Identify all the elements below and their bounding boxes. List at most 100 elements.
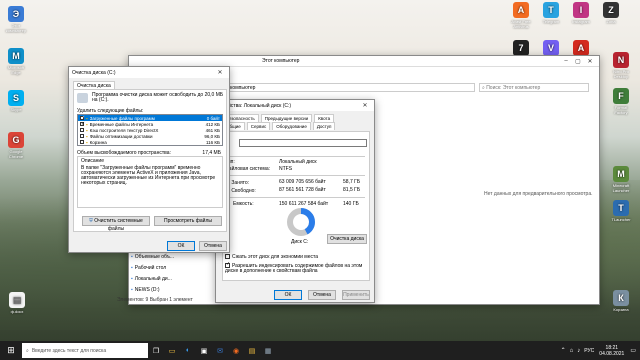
cleanup-dialog[interactable]: Очистка диска (C:) ✕ Очистка диска Прогр… xyxy=(68,66,230,253)
nitro-icon: N xyxy=(613,52,629,68)
file-checkbox[interactable] xyxy=(80,134,84,138)
properties-general-panel: Тип: Локальный диск Файловая система: NT… xyxy=(222,131,370,281)
tray-chevron-icon[interactable]: ⌃ xyxy=(561,347,566,354)
free-bytes: 87 561 561 728 байт xyxy=(279,187,326,193)
capacity-gb: 140 ГБ xyxy=(343,201,359,207)
explorer-nav-pane: ▪ Объемные объ... ▪ Рабочий стол ▪ Локальный … xyxy=(129,251,174,295)
cleanup-taskbar-icon[interactable]: ▦ xyxy=(260,347,276,355)
instagram-icon: I xyxy=(573,2,589,18)
desktop-icon-tlauncher[interactable]: T TLauncher xyxy=(606,200,636,222)
cleanup-file-list[interactable]: ▪Загруженные файлы программ0 байт▪Времен… xyxy=(77,114,223,146)
desktop-icon-computer[interactable]: Э Этот компьютер xyxy=(1,6,31,33)
description-text: В папке "Загруженные файлы программ" вре… xyxy=(81,165,216,186)
file-checkbox[interactable] xyxy=(80,115,85,121)
properties-titlebar[interactable]: Свойства: Локальный диск (C:) ✕ xyxy=(216,100,374,111)
desktop-icon-telegram[interactable]: T Telegram xyxy=(536,2,566,24)
desktop-icon-avast[interactable]: A Avast Free Antivirus xyxy=(506,2,536,29)
notifications-icon[interactable]: ▭ xyxy=(630,347,636,354)
desktop-icon-formatfactory[interactable]: F Format Factory xyxy=(606,88,636,115)
properties-tabs-top: Безопасность Предыдущие версии Квота xyxy=(222,114,336,122)
acrobat-icon: A xyxy=(573,40,589,56)
start-windows-icon[interactable]: ⊞ xyxy=(0,345,22,356)
clock[interactable]: 18:21 04.08.2021 xyxy=(599,345,624,357)
desktop-icon-edge[interactable]: M Microsoft Edge xyxy=(1,48,31,75)
used-gb: 58,7 ГБ xyxy=(343,179,361,185)
task-view-icon[interactable]: ❐ xyxy=(148,347,164,355)
disk-label: Диск C: xyxy=(291,239,309,245)
maximize-icon[interactable]: ▢ xyxy=(572,58,584,65)
mail-icon[interactable]: ✉ xyxy=(212,347,228,355)
skype-icon: S xyxy=(8,90,24,106)
file-checkbox[interactable] xyxy=(80,121,85,127)
volume-icon[interactable]: ♪ xyxy=(577,348,580,354)
free-gb: 81,5 ГБ xyxy=(343,187,361,193)
search-icon: ⌕ xyxy=(26,347,29,354)
tab-1[interactable]: Сервис xyxy=(246,122,271,130)
desktop-icon-document[interactable]: ▤ ф.docx xyxy=(2,292,32,314)
close-icon[interactable]: ✕ xyxy=(584,58,596,65)
network-icon[interactable]: ⌂ xyxy=(570,348,574,354)
index-checkbox[interactable] xyxy=(225,262,230,268)
divider xyxy=(225,156,365,157)
used-bytes: 63 009 705 656 байт xyxy=(279,179,326,185)
cleanup-ok-button[interactable]: ОК xyxy=(167,241,195,251)
desktop-icon-skype[interactable]: S Skype xyxy=(1,90,31,112)
avast-taskbar-icon[interactable]: ◉ xyxy=(228,347,244,355)
nav-item[interactable]: ▪ NEWS (D:) xyxy=(129,284,174,295)
drive-icon xyxy=(77,93,88,103)
view-files-button[interactable]: Просмотреть файлы xyxy=(154,216,222,226)
folder-icon: ▪ xyxy=(131,264,133,271)
telegram-icon: T xyxy=(543,2,559,18)
zona-icon: Z xyxy=(603,2,619,18)
folder-icon: ▪ xyxy=(131,275,133,282)
minimize-icon[interactable]: – xyxy=(560,58,572,64)
tab-3[interactable]: Доступ xyxy=(312,122,336,130)
drive-name-input[interactable] xyxy=(239,139,367,147)
file-list-item[interactable]: ▪ Файлы оптимизации доставки 96,0 КБ xyxy=(78,133,222,139)
desktop-icon-recycle-bin[interactable]: К Корзина xyxy=(606,290,636,312)
folder-icon: ▪ xyxy=(131,286,133,293)
close-icon[interactable]: ✕ xyxy=(359,102,371,109)
desktop-icon-nitro[interactable]: N Nitro Pro Desktop xyxy=(606,52,636,79)
index-option[interactable]: Разрешить индексировать содержимое файло… xyxy=(225,262,365,274)
file-type-icon: ▪ xyxy=(86,139,88,145)
desktop-icon-chrome[interactable]: G Google Chrome xyxy=(1,132,31,159)
explorer-search-input[interactable]: ⌕ Поиск: Этот компьютер xyxy=(479,83,589,92)
file-list-item[interactable]: ▪ Корзина 116 КБ xyxy=(78,139,222,145)
desktop-icon-zona[interactable]: Z Zona xyxy=(596,2,626,24)
properties-window[interactable]: Свойства: Локальный диск (C:) ✕ Безопасн… xyxy=(215,99,375,303)
nav-item[interactable]: ▪ Локальный ди... xyxy=(129,273,174,284)
language-indicator[interactable]: РУС xyxy=(584,348,594,354)
recycle-bin-icon: К xyxy=(613,290,629,306)
store-icon[interactable]: ▣ xyxy=(196,347,212,355)
properties-cancel-button[interactable]: Отмена xyxy=(308,290,336,300)
clean-system-files-button[interactable]: ⛨ Очистить системные файлы xyxy=(82,216,150,232)
file-explorer-icon[interactable]: ▭ xyxy=(164,347,180,355)
shield-icon: ⛨ xyxy=(89,218,93,224)
tab-2[interactable]: Оборудование xyxy=(272,122,311,130)
explorer-title: Этот компьютер xyxy=(262,58,300,64)
desktop-icon-instagram[interactable]: I Instagram xyxy=(566,2,596,24)
file-list-item[interactable]: ▪Временные файлы Интернета412 КБ xyxy=(78,121,222,127)
file-list-item[interactable]: ▪Загруженные файлы программ0 байт xyxy=(78,115,222,121)
explorer-taskbar-icon[interactable]: ▤ xyxy=(244,347,260,355)
file-list-item[interactable]: ▪ Кэш построителя текстур DirectX 461 КБ xyxy=(78,127,222,133)
nav-item[interactable]: ▪ Рабочий стол xyxy=(129,262,174,273)
minecraft-icon: M xyxy=(613,166,629,182)
cleanup-titlebar[interactable]: Очистка диска (C:) ✕ xyxy=(69,67,229,78)
file-checkbox[interactable] xyxy=(80,140,84,144)
properties-ok-button[interactable]: ОК xyxy=(274,290,302,300)
properties-apply-button[interactable]: Применить xyxy=(342,290,370,300)
compress-option[interactable]: Сжать этот диск для экономии места xyxy=(225,254,318,260)
explorer-address-bar[interactable]: Этот компьютер xyxy=(215,83,475,92)
tab-1[interactable]: Предыдущие версии xyxy=(260,114,313,122)
edge-icon[interactable]: ◐ xyxy=(180,347,196,354)
compress-checkbox[interactable] xyxy=(225,254,230,260)
close-icon[interactable]: ✕ xyxy=(214,69,226,76)
disk-cleanup-button[interactable]: Очистка диска xyxy=(327,234,367,244)
file-checkbox[interactable] xyxy=(80,128,84,132)
taskbar-search-input[interactable]: ⌕ Введите здесь текст для поиска xyxy=(22,343,148,358)
cleanup-cancel-button[interactable]: Отмена xyxy=(199,241,227,251)
tab-2[interactable]: Квота xyxy=(314,114,335,122)
desktop-icon-minecraft[interactable]: M Minecraft Launcher xyxy=(606,166,636,193)
